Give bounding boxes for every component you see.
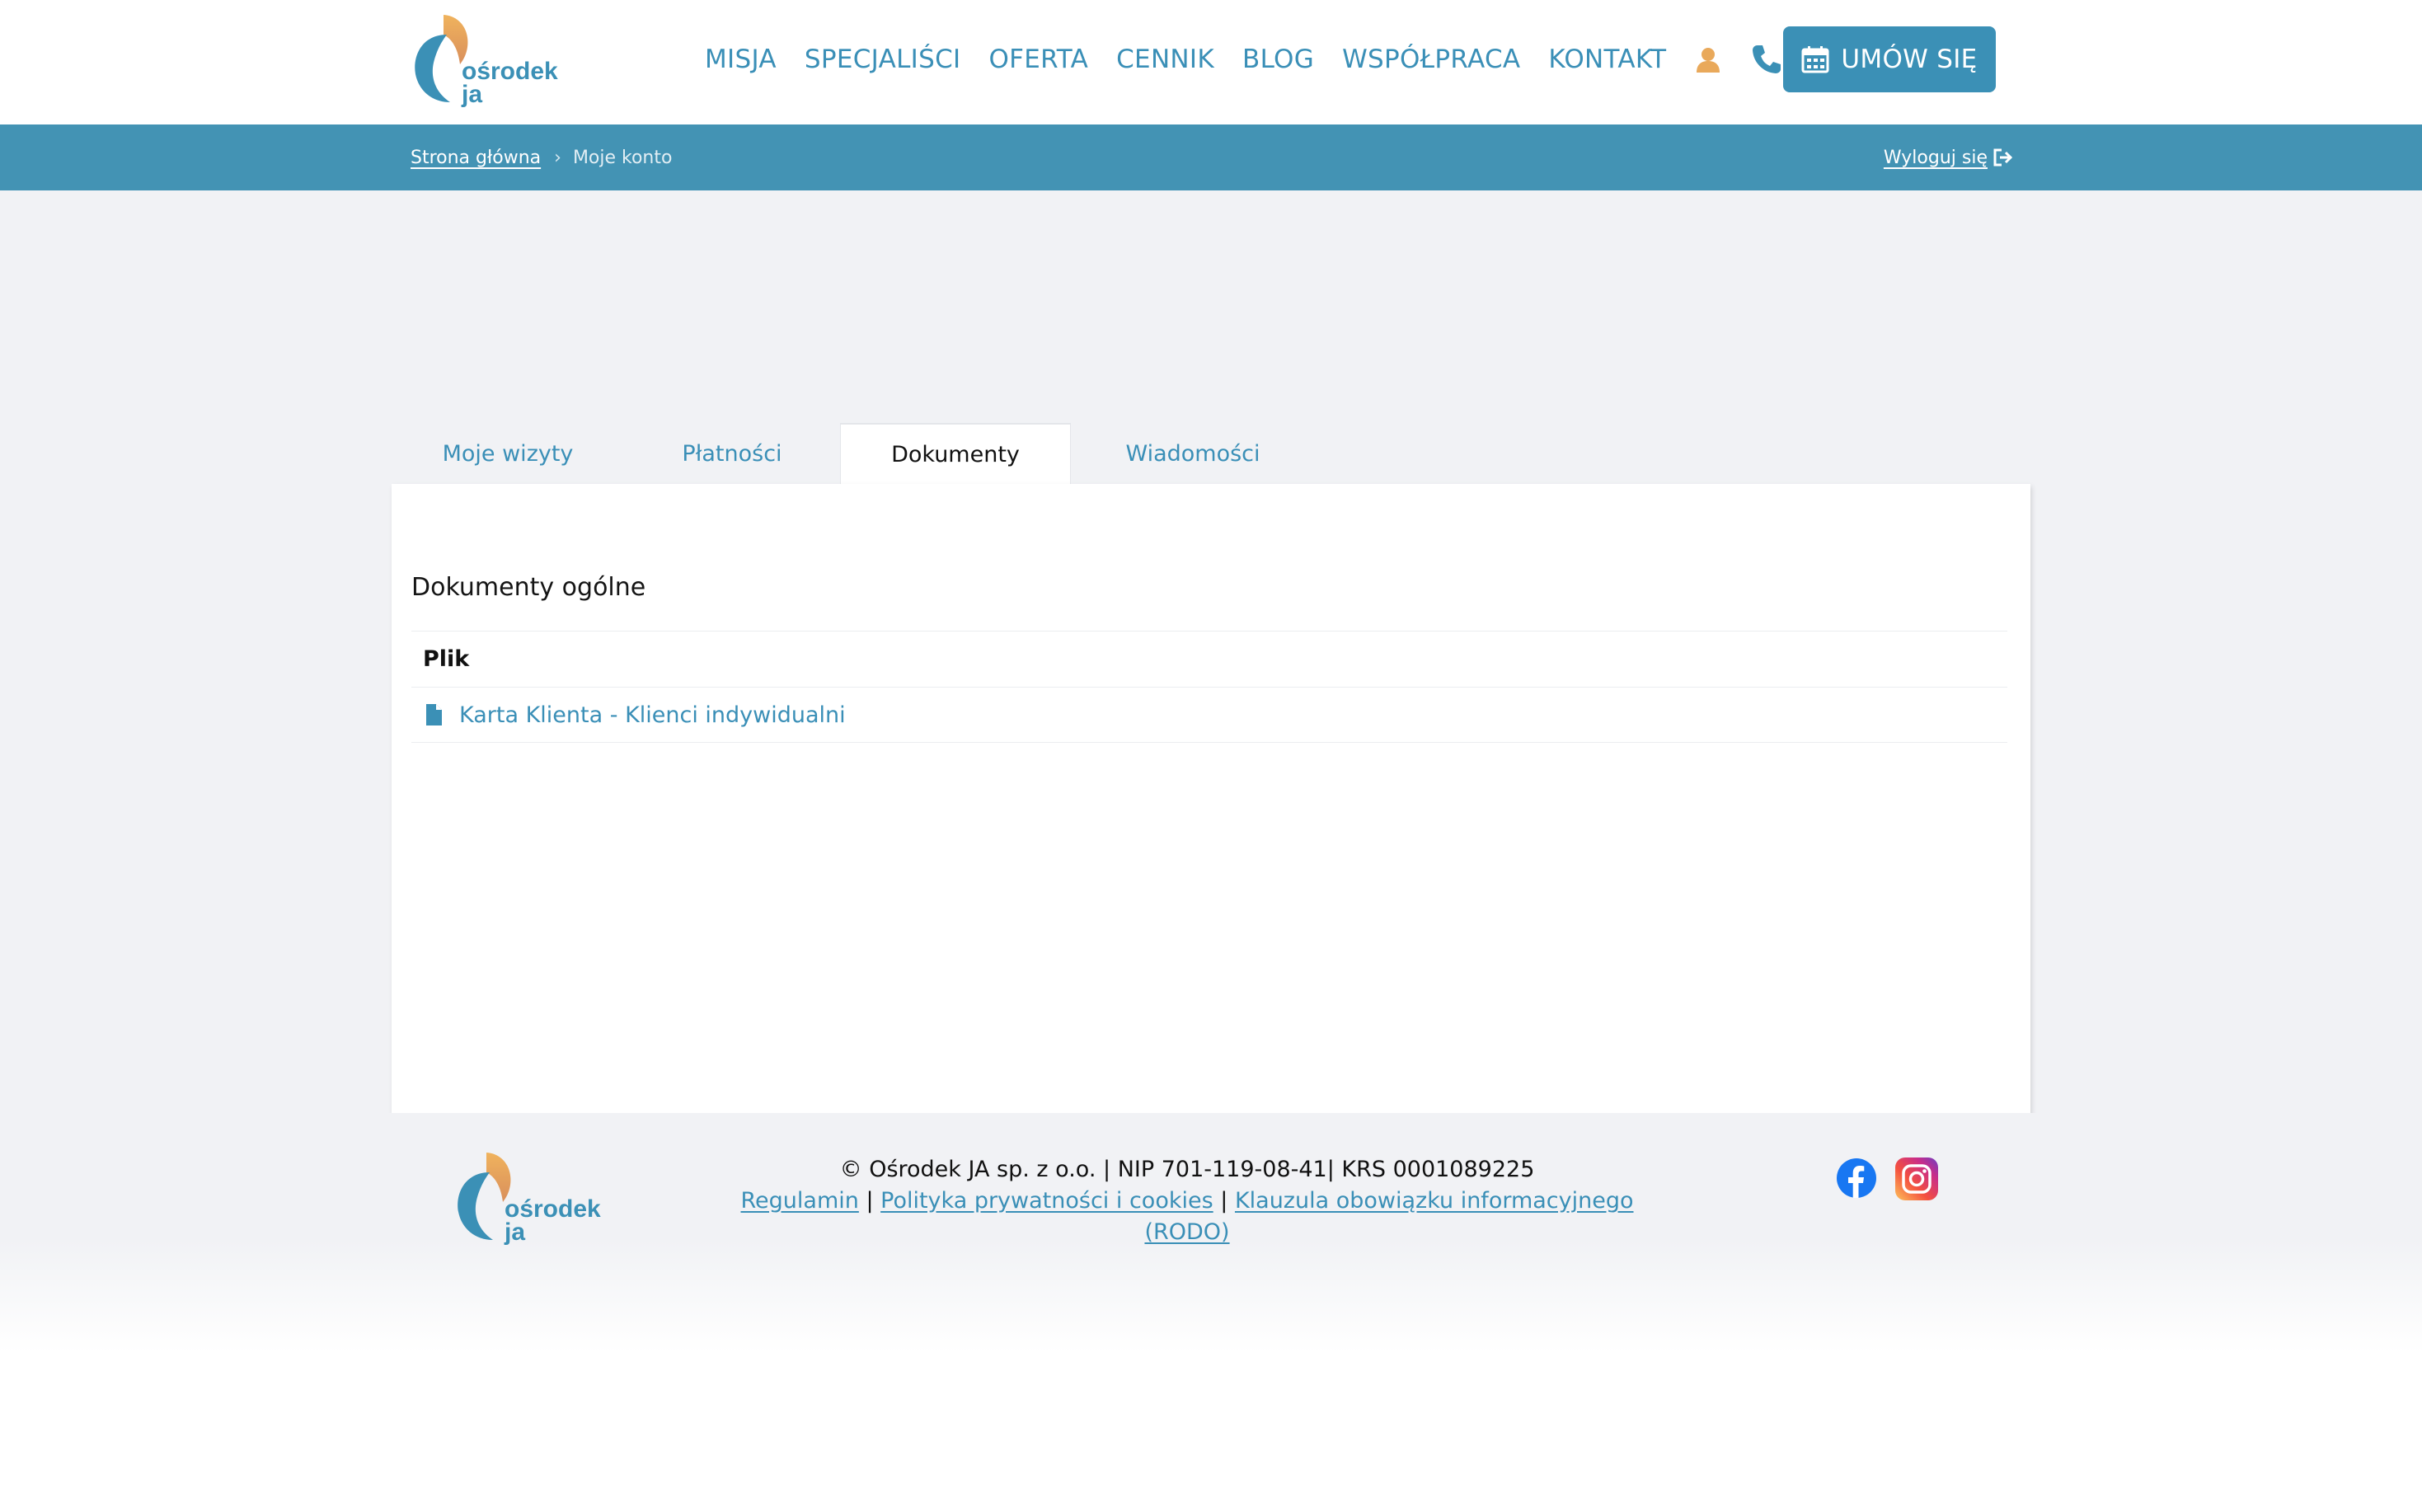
footer-link-separator: | bbox=[858, 1188, 881, 1214]
footer-link-regulamin[interactable]: Regulamin bbox=[740, 1188, 858, 1214]
facebook-icon[interactable] bbox=[1836, 1157, 1877, 1199]
social-links bbox=[1836, 1157, 1956, 1200]
nav-cennik[interactable]: CENNIK bbox=[1116, 45, 1214, 74]
site-header: ośrodek ja MISJA SPECJALIŚCI OFERTA CENN… bbox=[0, 0, 2422, 124]
nav-kontakt[interactable]: KONTAKT bbox=[1548, 45, 1666, 74]
section-title: Dokumenty ogólne bbox=[411, 573, 646, 602]
document-link[interactable]: Karta Klienta - Klienci indywidualni bbox=[411, 702, 846, 728]
breadcrumb-separator: › bbox=[554, 147, 561, 168]
tab-moje-wizyty[interactable]: Moje wizyty bbox=[392, 423, 624, 484]
table-header-row: Plik bbox=[411, 631, 2007, 687]
svg-text:ja: ja bbox=[461, 81, 482, 108]
nav-oferta[interactable]: OFERTA bbox=[988, 45, 1088, 74]
logout-link[interactable]: Wyloguj się bbox=[1884, 124, 2012, 190]
user-icon[interactable] bbox=[1694, 45, 1722, 73]
tab-wiadomosci[interactable]: Wiadomości bbox=[1071, 423, 1315, 484]
breadcrumb-current: Moje konto bbox=[572, 147, 673, 168]
file-icon bbox=[426, 704, 442, 725]
logo[interactable]: ośrodek ja bbox=[411, 10, 559, 112]
documents-panel: Dokumenty ogólne Plik Karta Klienta - Kl… bbox=[392, 484, 2030, 1187]
site-footer: ośrodek ja © Ośrodek JA sp. z o.o. | NIP… bbox=[0, 1113, 2422, 1512]
nav-wspolpraca[interactable]: WSPÓŁPRACA bbox=[1342, 45, 1520, 74]
column-header-file: Plik bbox=[423, 646, 470, 672]
logout-label: Wyloguj się bbox=[1883, 147, 1988, 168]
logout-icon bbox=[1993, 148, 2012, 167]
breadcrumb-bar: Strona główna › Moje konto Wyloguj się bbox=[0, 124, 2422, 190]
document-name: Karta Klienta - Klienci indywidualni bbox=[459, 702, 846, 728]
nav-blog[interactable]: BLOG bbox=[1242, 45, 1314, 74]
nav-misja[interactable]: MISJA bbox=[705, 45, 777, 74]
tab-platnosci[interactable]: Płatności bbox=[624, 423, 840, 484]
footer-link-privacy[interactable]: Polityka prywatności i cookies bbox=[880, 1188, 1213, 1214]
account-tabs: Moje wizyty Płatności Dokumenty Wiadomoś… bbox=[392, 423, 1315, 484]
documents-table: Plik Karta Klienta - Klienci indywidualn… bbox=[411, 631, 2007, 743]
tab-dokumenty[interactable]: Dokumenty bbox=[840, 423, 1071, 484]
nav-specjalisci[interactable]: SPECJALIŚCI bbox=[805, 45, 961, 74]
book-appointment-button[interactable]: UMÓW SIĘ bbox=[1783, 26, 1996, 92]
footer-info: © Ośrodek JA sp. z o.o. | NIP 701-119-08… bbox=[721, 1154, 1653, 1248]
svg-text:ja: ja bbox=[504, 1219, 525, 1246]
book-appointment-label: UMÓW SIĘ bbox=[1841, 45, 1978, 74]
footer-links: Regulamin | Polityka prywatności i cooki… bbox=[721, 1186, 1653, 1248]
phone-icon[interactable] bbox=[1750, 43, 1783, 76]
breadcrumb: Strona główna › Moje konto bbox=[411, 124, 672, 190]
main-nav: MISJA SPECJALIŚCI OFERTA CENNIK BLOG WSP… bbox=[705, 0, 1811, 119]
breadcrumb-home[interactable]: Strona główna bbox=[411, 148, 541, 168]
footer-logo[interactable]: ośrodek ja bbox=[453, 1148, 602, 1250]
instagram-icon[interactable] bbox=[1895, 1157, 1938, 1200]
footer-copyright: © Ośrodek JA sp. z o.o. | NIP 701-119-08… bbox=[839, 1157, 1535, 1182]
footer-link-separator: | bbox=[1213, 1188, 1235, 1214]
table-row: Karta Klienta - Klienci indywidualni bbox=[411, 687, 2007, 743]
calendar-icon bbox=[1801, 46, 1829, 73]
